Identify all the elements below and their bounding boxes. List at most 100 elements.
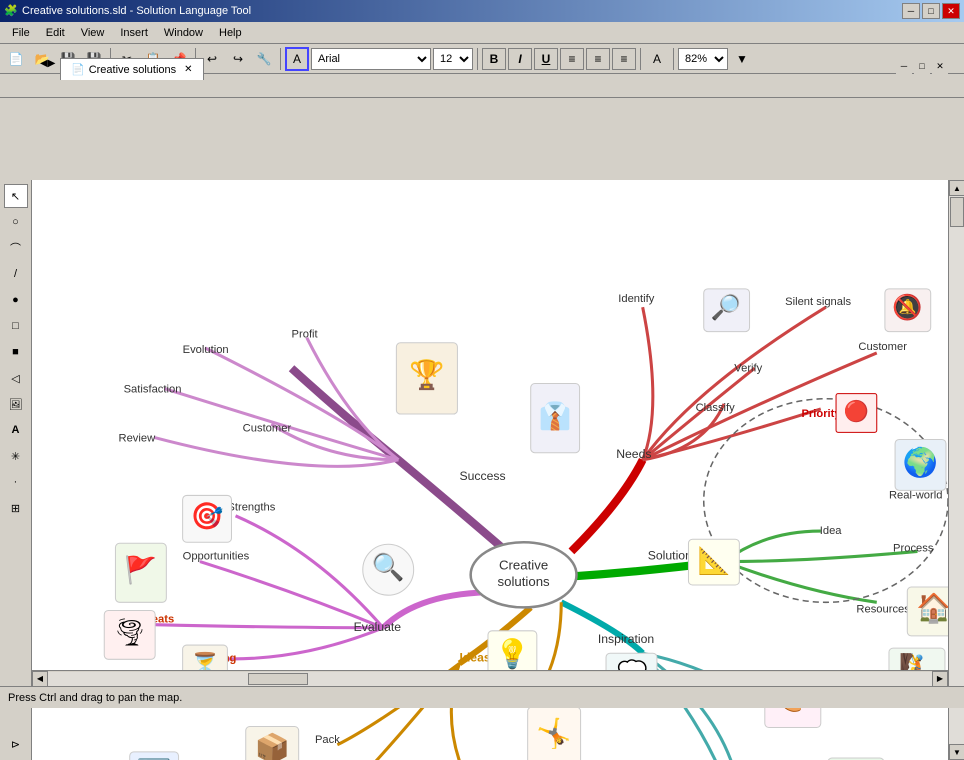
undo-button[interactable]: ↩ <box>200 47 224 71</box>
svg-text:Priority: Priority <box>801 408 841 420</box>
tool-image[interactable]: 🖼 <box>4 392 28 416</box>
tool-line[interactable]: / <box>4 262 28 286</box>
svg-text:Customer: Customer <box>243 422 292 434</box>
title-bar: 🧩 Creative solutions.sld - Solution Lang… <box>0 0 964 22</box>
horizontal-scrollbar: ◀ ▶ <box>32 671 948 686</box>
tool-table[interactable]: ⊞ <box>4 496 28 520</box>
scroll-track-h <box>48 672 932 686</box>
svg-text:Identify: Identify <box>618 293 654 305</box>
format-button[interactable]: A <box>285 47 309 71</box>
menu-help[interactable]: Help <box>211 25 250 41</box>
scroll-down-button[interactable]: ▼ <box>949 744 964 760</box>
tool-arrow[interactable]: ◁ <box>4 366 28 390</box>
separator-4 <box>477 48 478 70</box>
tab-close-button[interactable]: ✕ <box>184 64 192 75</box>
menu-file[interactable]: File <box>4 25 38 41</box>
svg-text:Classify: Classify <box>696 402 736 414</box>
menu-insert[interactable]: Insert <box>112 25 156 41</box>
bold-button[interactable]: B <box>482 48 506 70</box>
minimize-button[interactable]: ─ <box>902 3 920 19</box>
svg-text:Success: Success <box>459 469 505 483</box>
menu-edit[interactable]: Edit <box>38 25 73 41</box>
svg-text:Strengths: Strengths <box>227 502 275 514</box>
svg-text:Evaluate: Evaluate <box>354 620 402 634</box>
tab-minimize-button[interactable]: ─ <box>896 58 912 74</box>
tab-prev-button[interactable]: ◀ <box>40 58 48 69</box>
tool-dot[interactable]: · <box>4 470 28 494</box>
tool-square[interactable]: ■ <box>4 340 28 364</box>
svg-text:🌪: 🌪 <box>113 617 147 647</box>
redo-button[interactable]: ↪ <box>226 47 250 71</box>
svg-text:Opportunities: Opportunities <box>183 551 250 563</box>
svg-text:Customer: Customer <box>858 341 907 353</box>
tab-maximize-button[interactable]: □ <box>914 58 930 74</box>
tool-select[interactable]: ↖ <box>4 184 28 208</box>
menu-window[interactable]: Window <box>156 25 211 41</box>
svg-text:Satisfaction: Satisfaction <box>124 384 182 396</box>
align-center-button[interactable]: ≡ <box>586 48 610 70</box>
tool-curve[interactable]: ⌒ <box>4 236 28 260</box>
menu-view[interactable]: View <box>73 25 113 41</box>
color-button[interactable]: A <box>645 47 669 71</box>
tab-close-doc-button[interactable]: ✕ <box>932 58 948 74</box>
align-left-button[interactable]: ≡ <box>560 48 584 70</box>
tool-circle[interactable]: ● <box>4 288 28 312</box>
svg-text:Review: Review <box>119 433 157 445</box>
scroll-left-button[interactable]: ◀ <box>32 671 48 687</box>
zoom-dropdown-button[interactable]: ▼ <box>730 47 754 71</box>
tool-button[interactable]: 🔧 <box>252 47 276 71</box>
underline-button[interactable]: U <box>534 48 558 70</box>
separator-5 <box>640 48 641 70</box>
svg-text:Idea: Idea <box>820 525 843 537</box>
scroll-thumb-v[interactable] <box>950 197 964 227</box>
tool-expand[interactable]: ⊳ <box>4 732 28 756</box>
scroll-right-button[interactable]: ▶ <box>932 671 948 687</box>
maximize-button[interactable]: □ <box>922 3 940 19</box>
zoom-selector[interactable]: 82% 100% 75% 50% <box>678 48 728 70</box>
tab-icon: 📄 <box>71 63 85 76</box>
new-button[interactable]: 📄 <box>4 47 28 71</box>
svg-text:🔴: 🔴 <box>844 399 869 423</box>
scroll-thumb-h[interactable] <box>248 673 308 685</box>
svg-text:Verify: Verify <box>734 362 762 374</box>
svg-text:Solution: Solution <box>648 549 692 563</box>
tool-text[interactable]: A <box>4 418 28 442</box>
status-message: Press Ctrl and drag to pan the map. <box>8 692 182 704</box>
window-title: Creative solutions.sld - Solution Langua… <box>22 5 902 17</box>
tab-next-button[interactable]: ▶ <box>48 58 56 69</box>
svg-text:🔍: 🔍 <box>372 550 405 582</box>
vertical-scrollbar[interactable]: ▲ ▼ <box>948 180 964 760</box>
horizontal-scrollbar-container: ◀ ▶ <box>32 670 948 686</box>
svg-text:Resources: Resources <box>856 603 910 615</box>
svg-text:Silent signals: Silent signals <box>785 296 851 308</box>
svg-text:🎯: 🎯 <box>191 501 224 531</box>
close-button[interactable]: ✕ <box>942 3 960 19</box>
svg-text:🤸: 🤸 <box>536 717 571 750</box>
svg-text:🌍: 🌍 <box>903 446 938 479</box>
svg-text:Pack: Pack <box>315 734 340 746</box>
tool-rect[interactable]: □ <box>4 314 28 338</box>
font-size-selector[interactable]: 12 <box>433 48 473 70</box>
svg-text:📐: 📐 <box>697 546 730 576</box>
svg-text:👔: 👔 <box>539 401 572 431</box>
align-right-button[interactable]: ≡ <box>612 48 636 70</box>
menu-bar: File Edit View Insert Window Help <box>0 22 964 44</box>
svg-text:Inspiration: Inspiration <box>598 632 654 646</box>
tab-creative-solutions[interactable]: 📄 Creative solutions ✕ <box>60 58 204 80</box>
svg-text:Ideas: Ideas <box>459 650 490 664</box>
italic-button[interactable]: I <box>508 48 532 70</box>
tab-label: Creative solutions <box>89 64 176 76</box>
svg-text:Evolution: Evolution <box>183 344 229 356</box>
scroll-up-button[interactable]: ▲ <box>949 180 964 196</box>
svg-text:Process: Process <box>893 542 934 554</box>
tool-star[interactable]: ✳ <box>4 444 28 468</box>
svg-text:🔕: 🔕 <box>892 292 922 321</box>
separator-6 <box>673 48 674 70</box>
scroll-track-v <box>949 196 964 744</box>
left-sidebar: ↖ ○ ⌒ / ● □ ■ ◁ 🖼 A ✳ · ⊞ ⊳ <box>0 180 32 760</box>
svg-text:Profit: Profit <box>292 329 319 341</box>
svg-text:Creative: Creative <box>499 558 548 573</box>
font-selector[interactable]: Arial <box>311 48 431 70</box>
svg-text:🏆: 🏆 <box>409 359 444 392</box>
tool-ellipse[interactable]: ○ <box>4 210 28 234</box>
